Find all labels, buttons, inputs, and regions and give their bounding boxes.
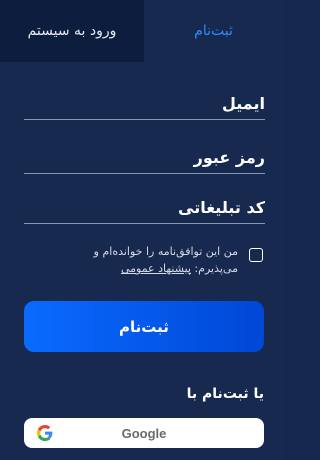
register-panel: ورود به سیستم ثبت‌نام من این توافق‌نامه … [0, 0, 283, 460]
register-button[interactable]: ثبت‌نام [24, 301, 264, 352]
terms-checkbox[interactable] [249, 248, 263, 262]
register-button-label: ثبت‌نام [119, 317, 169, 336]
or-register-with-label: یا ثبت‌نام با [186, 386, 264, 402]
tab-login-label: ورود به سیستم [27, 23, 117, 39]
google-icon [37, 425, 53, 441]
terms-link[interactable]: پیشنهاد عمومی [121, 262, 191, 275]
password-field[interactable] [24, 142, 265, 172]
terms-text: من این توافق‌نامه را خوانده‌ام و می‌پذیر… [58, 243, 238, 277]
auth-tabs: ورود به سیستم ثبت‌نام [0, 0, 283, 62]
tab-register-label: ثبت‌نام [194, 23, 233, 39]
promo-code-field-wrapper [24, 192, 265, 224]
terms-agreement: من این توافق‌نامه را خوانده‌ام و می‌پذیر… [24, 240, 265, 284]
email-field-wrapper [24, 88, 265, 120]
tab-login[interactable]: ورود به سیستم [0, 0, 144, 62]
password-field-wrapper [24, 142, 265, 174]
promo-code-field[interactable] [24, 192, 265, 222]
tab-register[interactable]: ثبت‌نام [144, 0, 283, 62]
google-signup-button[interactable]: Google [24, 418, 264, 448]
google-label: Google [121, 425, 167, 441]
email-field[interactable] [24, 88, 265, 118]
